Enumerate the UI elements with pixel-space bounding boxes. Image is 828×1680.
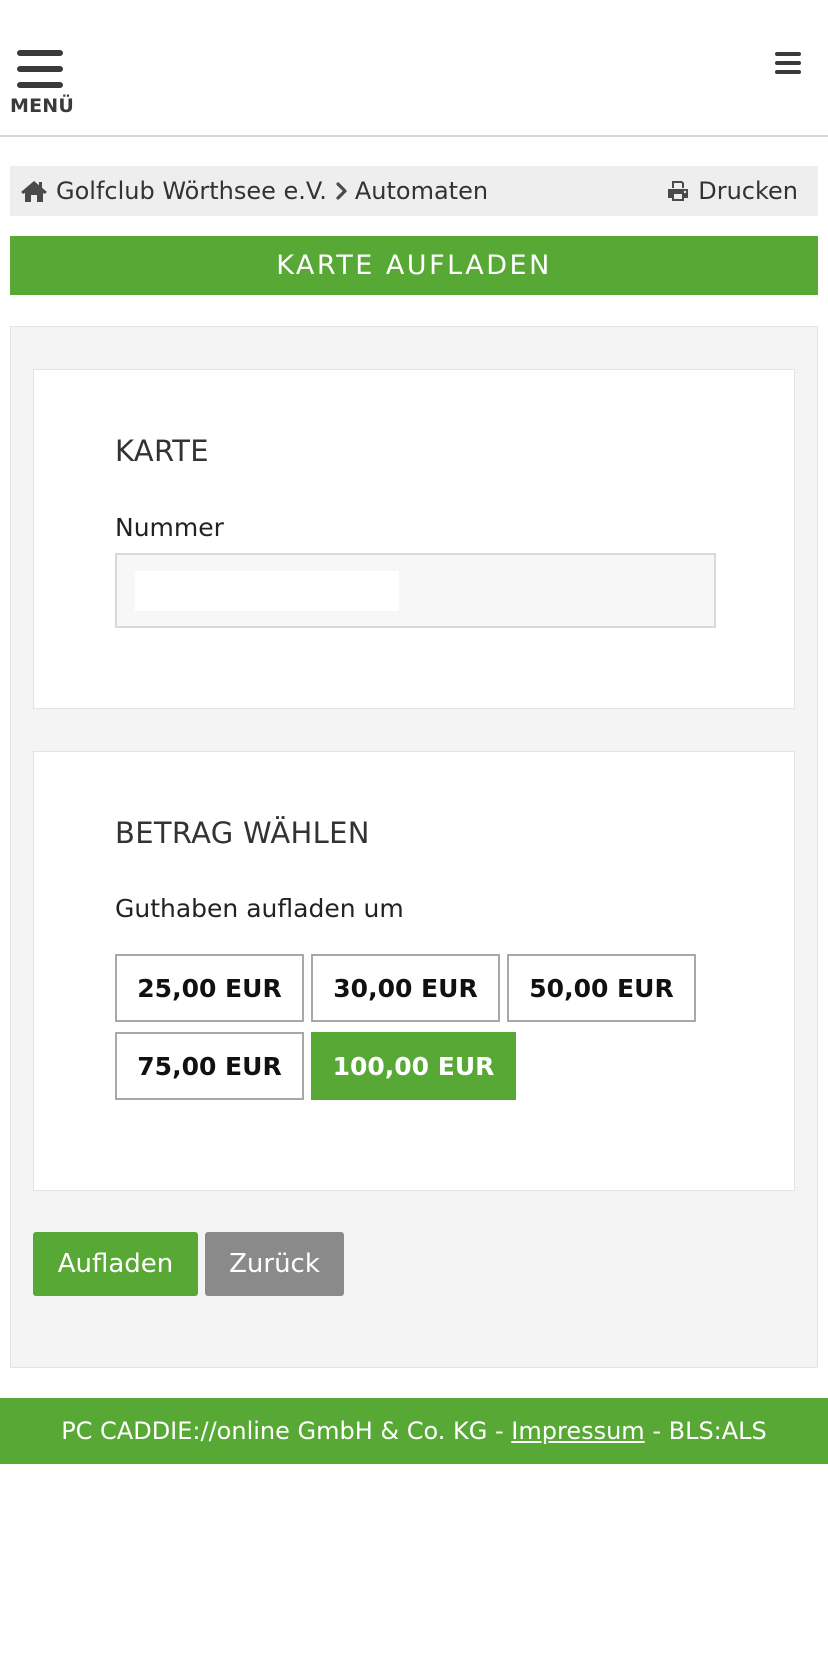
guthaben-label: Guthaben aufladen um	[115, 894, 404, 923]
footer-company: PC CADDIE://online GmbH & Co. KG -	[61, 1417, 512, 1445]
print-label: Drucken	[698, 177, 798, 205]
amount-option-50[interactable]: 50,00 EUR	[507, 954, 696, 1022]
amount-option-100[interactable]: 100,00 EUR	[311, 1032, 516, 1100]
hamburger-icon	[17, 50, 63, 90]
impressum-link[interactable]: Impressum	[511, 1417, 644, 1445]
aufladen-button[interactable]: Aufladen	[33, 1232, 198, 1296]
main-panel: KARTE Nummer BETRAG WÄHLEN Guthaben aufl…	[10, 326, 818, 1368]
page-title-bar: KARTE AUFLADEN	[10, 236, 818, 295]
zurueck-button[interactable]: Zurück	[205, 1232, 344, 1296]
chevron-right-icon	[336, 182, 347, 200]
page-title: KARTE AUFLADEN	[276, 250, 552, 281]
amount-option-30[interactable]: 30,00 EUR	[311, 954, 500, 1022]
card-number-field	[115, 553, 716, 628]
printer-icon	[668, 181, 689, 201]
menu-toggle-button[interactable]: MENÜ	[10, 48, 75, 118]
karte-heading: KARTE	[115, 434, 209, 468]
card-number-input[interactable]	[135, 571, 399, 611]
site-header: MENÜ	[0, 0, 828, 137]
karte-card: KARTE Nummer	[33, 369, 795, 709]
footer-suffix: - BLS:ALS	[644, 1417, 767, 1445]
breadcrumb-bar: Golfclub Wörthsee e.V. Automaten Drucken	[10, 166, 818, 216]
site-footer: PC CADDIE://online GmbH & Co. KG - Impre…	[0, 1398, 828, 1464]
breadcrumb: Golfclub Wörthsee e.V. Automaten	[20, 166, 488, 216]
betrag-card: BETRAG WÄHLEN Guthaben aufladen um 25,00…	[33, 751, 795, 1191]
betrag-heading: BETRAG WÄHLEN	[115, 816, 370, 850]
home-icon[interactable]	[20, 179, 48, 203]
nummer-label: Nummer	[115, 513, 224, 542]
hamburger-icon[interactable]	[775, 52, 801, 75]
amount-option-25[interactable]: 25,00 EUR	[115, 954, 304, 1022]
menu-label: MENÜ	[10, 95, 75, 117]
breadcrumb-current[interactable]: Automaten	[355, 177, 488, 205]
print-link[interactable]: Drucken	[666, 166, 798, 216]
breadcrumb-club-link[interactable]: Golfclub Wörthsee e.V.	[56, 177, 327, 205]
amount-option-75[interactable]: 75,00 EUR	[115, 1032, 304, 1100]
